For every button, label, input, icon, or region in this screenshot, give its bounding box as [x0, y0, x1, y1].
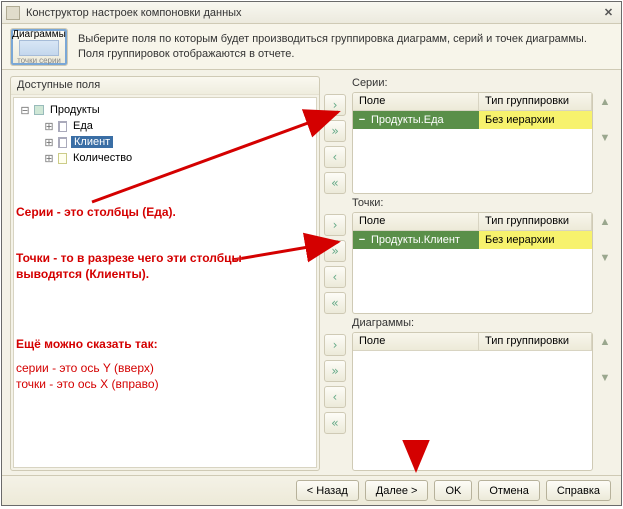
field-icon: [58, 137, 67, 148]
ok-button[interactable]: OK: [434, 480, 472, 501]
col-field: Поле: [353, 213, 479, 230]
add-to-points-button[interactable]: ›: [324, 214, 346, 236]
add-all-to-diagrams-button[interactable]: »: [324, 360, 346, 382]
series-row-group: Без иерархии: [485, 114, 554, 126]
move-up-icon[interactable]: ▲: [599, 216, 611, 228]
move-up-icon[interactable]: ▲: [599, 96, 611, 108]
move-down-icon[interactable]: ▼: [599, 252, 611, 264]
collapse-icon[interactable]: ⊟: [20, 104, 30, 117]
col-grouptype: Тип группировки: [479, 93, 592, 110]
left-pane: Доступные поля ⊟ Продукты ⊞ Еда ⊞: [10, 76, 320, 471]
series-row[interactable]: −Продукты.Еда Без иерархии: [353, 111, 592, 129]
col-grouptype: Тип группировки: [479, 333, 592, 350]
expand-icon[interactable]: ⊞: [44, 120, 54, 133]
collapse-icon: −: [357, 234, 367, 246]
annotation-series: Серии - это столбцы (Еда).: [16, 204, 176, 220]
remove-from-series-button[interactable]: ‹: [324, 146, 346, 168]
app-icon: [6, 6, 20, 20]
annotation-axes: серии - это ось Y (вверх) точки - это ос…: [16, 360, 159, 392]
move-up-icon[interactable]: ▲: [599, 336, 611, 348]
remove-all-from-series-button[interactable]: «: [324, 172, 346, 194]
remove-all-from-points-button[interactable]: «: [324, 292, 346, 314]
help-button[interactable]: Справка: [546, 480, 611, 501]
toolbar-hint: Выберите поля по которым будет производи…: [78, 28, 613, 62]
tool-diagrams[interactable]: Диаграммы точки серии: [10, 28, 68, 66]
toolbar: Диаграммы точки серии Выберите поля по к…: [2, 24, 621, 70]
points-row-field: Продукты.Клиент: [371, 234, 460, 246]
series-grid[interactable]: Поле Тип группировки −Продукты.Еда Без и…: [352, 92, 593, 194]
annotation-points: Точки - то в разрезе чего эти столбцы вы…: [16, 250, 242, 282]
diagrams-caption: Диаграммы:: [324, 316, 613, 332]
remove-from-points-button[interactable]: ‹: [324, 266, 346, 288]
points-row[interactable]: −Продукты.Клиент Без иерархии: [353, 231, 592, 249]
tree-root[interactable]: ⊟ Продукты: [16, 102, 314, 118]
tool-diagrams-label: Диаграммы: [12, 29, 66, 40]
dialog-body: Доступные поля ⊟ Продукты ⊞ Еда ⊞: [2, 70, 621, 475]
tree-item-klient[interactable]: ⊞ Клиент: [16, 134, 314, 150]
remove-from-diagrams-button[interactable]: ‹: [324, 386, 346, 408]
titlebar: Конструктор настроек компоновки данных ✕: [2, 2, 621, 24]
move-down-icon[interactable]: ▼: [599, 132, 611, 144]
tree-item-label: Клиент: [71, 136, 113, 148]
points-grid-header: Поле Тип группировки: [353, 213, 592, 231]
fields-tree[interactable]: ⊟ Продукты ⊞ Еда ⊞ Клиент: [13, 97, 317, 468]
diagrams-btncol: › » ‹ «: [324, 332, 348, 471]
field-icon: [58, 121, 67, 132]
right-pane: Серии: › » ‹ « Поле Тип группировки: [324, 76, 613, 471]
annotation-also: Ещё можно сказать так:: [16, 336, 158, 352]
chart-icon: [19, 40, 59, 56]
points-caption: Точки:: [324, 196, 613, 212]
series-group: Серии: › » ‹ « Поле Тип группировки: [324, 76, 613, 194]
series-order-col: ▲ ▼: [597, 92, 613, 194]
series-caption: Серии:: [324, 76, 613, 92]
cancel-button[interactable]: Отмена: [478, 480, 539, 501]
expand-icon[interactable]: ⊞: [44, 136, 54, 149]
series-btncol: › » ‹ «: [324, 92, 348, 194]
points-btncol: › » ‹ «: [324, 212, 348, 314]
diagrams-grid-header: Поле Тип группировки: [353, 333, 592, 351]
add-all-to-series-button[interactable]: »: [324, 120, 346, 142]
col-field: Поле: [353, 93, 479, 110]
footer: < Назад Далее > OK Отмена Справка: [2, 475, 621, 505]
axis-label-points: точки: [17, 56, 37, 65]
points-group: Точки: › » ‹ « Поле Тип группировки: [324, 196, 613, 314]
tree-item-kolichestvo[interactable]: ⊞ Количество: [16, 150, 314, 166]
points-row-group: Без иерархии: [485, 234, 554, 246]
next-button[interactable]: Далее >: [365, 480, 429, 501]
window-title: Конструктор настроек компоновки данных: [26, 7, 594, 19]
tree-item-label: Еда: [71, 120, 95, 132]
add-all-to-points-button[interactable]: »: [324, 240, 346, 262]
tree-item-label: Количество: [71, 152, 134, 164]
back-button[interactable]: < Назад: [296, 480, 359, 501]
remove-all-from-diagrams-button[interactable]: «: [324, 412, 346, 434]
points-grid[interactable]: Поле Тип группировки −Продукты.Клиент Бе…: [352, 212, 593, 314]
tree-root-label: Продукты: [48, 104, 102, 116]
tree-item-eda[interactable]: ⊞ Еда: [16, 118, 314, 134]
move-down-icon[interactable]: ▼: [599, 372, 611, 384]
collapse-icon: −: [357, 114, 367, 126]
close-icon[interactable]: ✕: [600, 5, 617, 20]
col-field: Поле: [353, 333, 479, 350]
points-order-col: ▲ ▼: [597, 212, 613, 314]
available-fields-header: Доступные поля: [11, 77, 319, 95]
add-to-diagrams-button[interactable]: ›: [324, 334, 346, 356]
series-grid-header: Поле Тип группировки: [353, 93, 592, 111]
diagrams-order-col: ▲ ▼: [597, 332, 613, 471]
diagrams-grid[interactable]: Поле Тип группировки: [352, 332, 593, 471]
add-to-series-button[interactable]: ›: [324, 94, 346, 116]
diagrams-group: Диаграммы: › » ‹ « Поле Тип группировки: [324, 316, 613, 471]
field-icon: [58, 153, 67, 164]
series-row-field: Продукты.Еда: [371, 114, 444, 126]
dialog-window: Конструктор настроек компоновки данных ✕…: [1, 1, 622, 506]
expand-icon[interactable]: ⊞: [44, 152, 54, 165]
col-grouptype: Тип группировки: [479, 213, 592, 230]
cube-icon: [34, 105, 44, 115]
axis-label-series: серии: [39, 56, 61, 65]
